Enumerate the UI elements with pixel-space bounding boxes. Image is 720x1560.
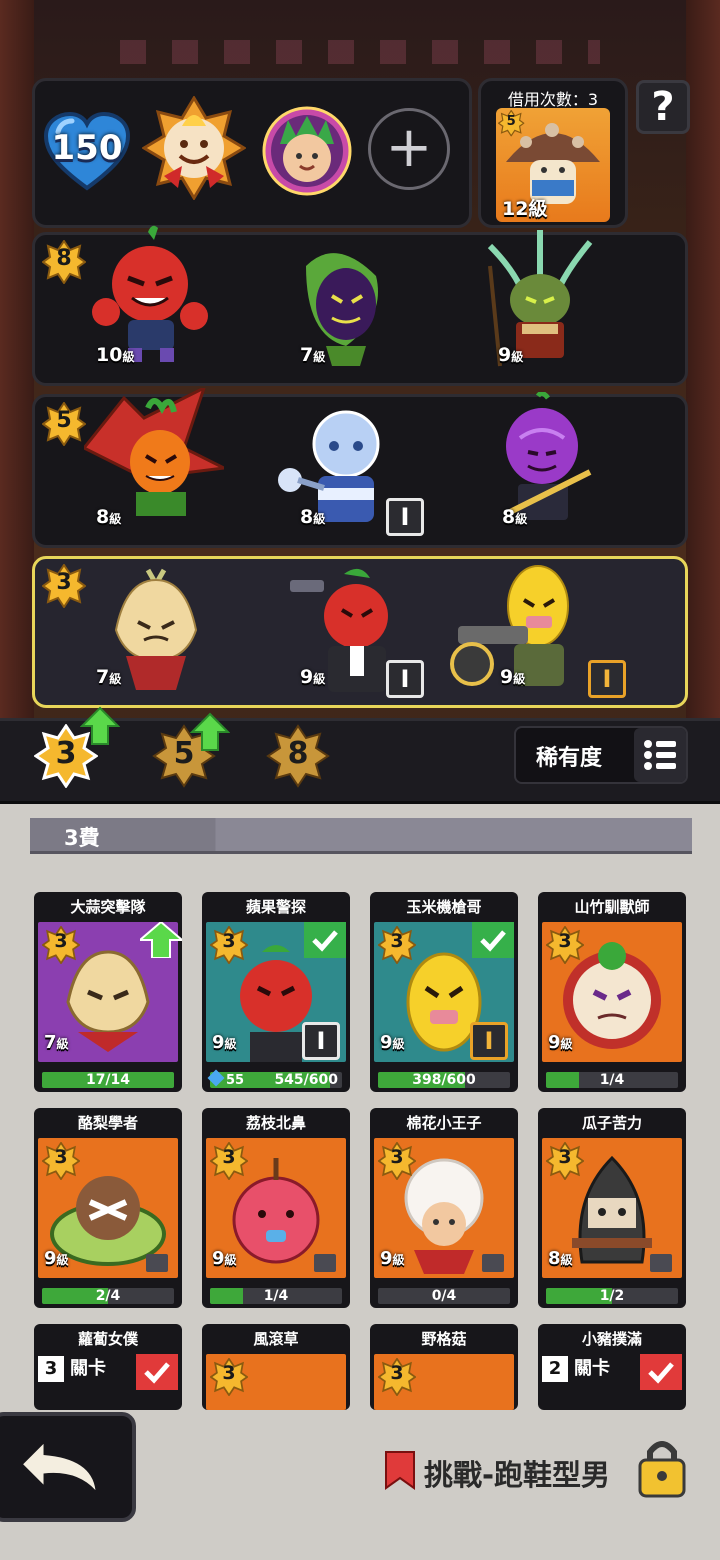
card-level: 9級	[548, 1032, 573, 1053]
challenge-text: 挑戰-跑鞋型男	[424, 1458, 611, 1492]
check-icon	[640, 1354, 682, 1390]
card-cost-badge: 3	[545, 925, 585, 965]
stage-lock-label: 3 關卡	[38, 1354, 106, 1382]
back-button[interactable]	[0, 1412, 136, 1522]
card-level: 9級	[380, 1248, 405, 1269]
stage-lock-label: 2 關卡	[542, 1354, 610, 1382]
unit-card-cotton-prince[interactable]: 棉花小王子 3 9級 0/4	[370, 1108, 518, 1308]
row-cost-badge: 5	[41, 401, 87, 447]
card-cost-badge: 3	[209, 1141, 249, 1181]
unit-level: 8級	[502, 506, 528, 528]
borrowed-unit-card[interactable]: 5 12級	[496, 108, 610, 222]
unit-celery-shaman[interactable]	[470, 226, 610, 376]
card-progress-bar: 1/4	[210, 1288, 342, 1304]
help-button[interactable]: ?	[636, 80, 690, 134]
lock-icon	[636, 1436, 688, 1498]
rarity-label: 稀有度	[536, 746, 603, 771]
card-level: 9級	[212, 1248, 237, 1269]
card-progress-bar: 2/4	[42, 1288, 174, 1304]
owned-check-icon	[472, 922, 514, 958]
unit-card-apple-detective[interactable]: 蘋果警探 3 I 9級 545/600 55	[202, 892, 350, 1092]
unit-card-lychee-baby[interactable]: 荔枝北鼻 3 9級 1/4	[202, 1108, 350, 1308]
list-icon	[634, 728, 686, 782]
unit-card-radish-maid[interactable]: 蘿蔔女僕 3 關卡	[34, 1324, 182, 1410]
row-cost-badge: 8	[41, 239, 87, 285]
unit-card-wild-mushroom[interactable]: 野格菇 3	[370, 1324, 518, 1410]
card-level: 9級	[380, 1032, 405, 1053]
unit-level: 9級	[500, 666, 526, 688]
curtain-right	[686, 0, 720, 720]
unit-level: 8級	[300, 506, 326, 528]
card-progress-bar: 398/600	[378, 1072, 510, 1088]
unit-card-garlic[interactable]: 大蒜突擊隊 3 7級 17/14	[34, 892, 182, 1092]
add-hero-button[interactable]: +	[368, 108, 450, 190]
unit-level: 7級	[96, 666, 122, 688]
borrow-count-label: 借用次數：3	[507, 90, 599, 109]
unit-card-seed-laborer[interactable]: 瓜子苦力 3 8級 1/2	[538, 1108, 686, 1308]
upgrade-arrow-icon	[137, 920, 182, 959]
card-level: 8級	[548, 1248, 573, 1269]
upgrade-arrow-icon	[189, 712, 231, 752]
bookmark-flag-icon	[385, 1451, 415, 1490]
hero-portrait-candle[interactable]	[141, 95, 247, 201]
card-cost-badge: 3	[377, 1357, 417, 1397]
unit-level: 9級	[498, 344, 524, 366]
owned-check-icon	[304, 922, 346, 958]
unit-level: 7級	[300, 344, 326, 366]
card-stack-icon	[482, 1254, 504, 1272]
card-stack-icon	[314, 1254, 336, 1272]
card-progress-bar: 17/14	[42, 1072, 174, 1088]
card-cost-badge: 3	[209, 925, 249, 965]
card-cost-badge: 3	[209, 1357, 249, 1397]
unit-level: 9級	[300, 666, 326, 688]
unit-card-tumbleweed[interactable]: 風滾草 3	[202, 1324, 350, 1410]
section-title: 3費	[64, 826, 100, 850]
unit-card-avocado-scholar[interactable]: 酪梨學者 3 9級 2/4	[34, 1108, 182, 1308]
purple-onion-character-art	[506, 392, 592, 520]
unit-level: 10級	[96, 344, 135, 366]
card-stack-icon	[650, 1254, 672, 1272]
health-heart: 150	[43, 111, 131, 192]
unit-card-mangosteen-tamer[interactable]: 山竹馴獸師 3 9級 1/4	[538, 892, 686, 1092]
bunting-decoration	[120, 40, 600, 64]
card-cost-badge: 3	[545, 1141, 585, 1181]
borrow-level: 12級	[502, 198, 548, 220]
unit-card-corn-gunner[interactable]: 玉米機槍哥 3 I 9級 398/600	[370, 892, 518, 1092]
card-progress-bar: 1/4	[546, 1072, 678, 1088]
item-badge: I	[302, 1022, 340, 1060]
health-value: 150	[51, 128, 123, 168]
hero-portrait-dragonfruit[interactable]	[262, 106, 352, 196]
item-badge: I	[588, 660, 626, 698]
borrow-cost-badge: 5	[497, 109, 525, 137]
item-badge: I	[386, 498, 424, 536]
card-progress-bar: 1/2	[546, 1288, 678, 1304]
card-cost-badge: 3	[41, 925, 81, 965]
rarity-sort-button[interactable]: 稀有度	[514, 726, 688, 784]
celery-character-art	[487, 230, 593, 367]
tier-filter-8[interactable]: 8	[266, 724, 330, 788]
gem-icon	[207, 1069, 225, 1087]
card-stack-icon	[146, 1254, 168, 1272]
upgrade-arrow-icon	[79, 706, 121, 746]
check-icon	[136, 1354, 178, 1390]
back-arrow-icon	[23, 1443, 96, 1491]
curtain-left	[0, 0, 34, 720]
eggplant-character-art	[306, 253, 378, 366]
unit-card-piggy-bank[interactable]: 小豬撲滿 2 關卡	[538, 1324, 686, 1410]
card-level: 9級	[212, 1032, 237, 1053]
card-cost-badge: 3	[377, 925, 417, 965]
section-header: 3費	[30, 818, 692, 854]
unit-onion-rocker[interactable]	[470, 392, 610, 542]
card-cost-badge: 3	[41, 1141, 81, 1181]
card-level: 9級	[44, 1248, 69, 1269]
card-level: 7級	[44, 1032, 69, 1053]
unit-level: 8級	[96, 506, 122, 528]
card-progress-bar: 0/4	[378, 1288, 510, 1304]
unit-eggplant-cloak[interactable]	[276, 226, 416, 376]
item-badge: I	[470, 1022, 508, 1060]
item-badge: I	[386, 660, 424, 698]
card-cost-badge: 3	[377, 1141, 417, 1181]
row-cost-badge: 3	[41, 563, 87, 609]
gem-count: 55	[207, 1069, 244, 1088]
